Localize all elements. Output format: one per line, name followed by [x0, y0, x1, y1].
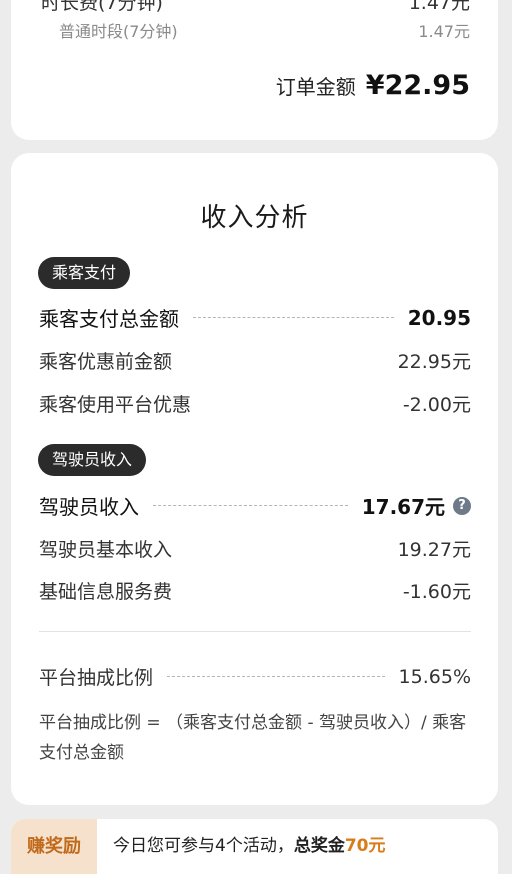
passenger-original-row: 乘客优惠前金额 22.95元: [39, 347, 471, 374]
regular-period-fee-row: 普通时段(7分钟) 1.47元: [59, 18, 470, 42]
dotted-leader: [153, 505, 348, 506]
regular-period-value: 1.47元: [418, 22, 470, 41]
driver-base-value: 19.27元: [397, 539, 471, 561]
reward-banner[interactable]: 赚奖励 今日您可参与4个活动，总奖金70元: [11, 819, 498, 874]
reward-banner-text: 今日您可参与4个活动，总奖金70元: [113, 819, 386, 874]
platform-commission-row: 平台抽成比例 15.65%: [39, 663, 471, 690]
passenger-original-label: 乘客优惠前金额: [39, 351, 173, 373]
platform-discount-label: 乘客使用平台优惠: [39, 394, 192, 416]
service-fee-row: 基础信息服务费 -1.60元: [39, 577, 471, 604]
driver-income-row: 驾驶员收入 17.67元 ?: [39, 491, 471, 520]
passenger-payment-tag: 乘客支付: [38, 257, 131, 289]
reward-text-bold: 总奖金: [293, 836, 345, 856]
platform-discount-value: -2.00元: [402, 394, 471, 416]
order-summary-card: 时长费(7分钟) 1.47元 普通时段(7分钟) 1.47元 订单金额 ¥22.…: [11, 0, 498, 140]
divider: [39, 631, 471, 632]
passenger-total-label: 乘客支付总金额: [39, 307, 179, 331]
page: 时长费(7分钟) 1.47元 普通时段(7分钟) 1.47元 订单金额 ¥22.…: [0, 0, 512, 874]
order-total-value: ¥22.95: [365, 70, 470, 101]
order-total-label: 订单金额: [275, 75, 356, 99]
platform-commission-label: 平台抽成比例: [39, 667, 154, 689]
platform-commission-value: 15.65%: [398, 665, 471, 688]
service-fee-value: -1.60元: [402, 581, 471, 603]
reward-badge: 赚奖励: [11, 819, 97, 874]
driver-base-row: 驾驶员基本收入 19.27元: [39, 535, 471, 562]
driver-income-value: 17.67元: [361, 495, 445, 519]
reward-amount: 70元: [344, 836, 386, 856]
question-circle-icon[interactable]: ?: [453, 496, 471, 515]
dotted-leader: [167, 676, 385, 677]
commission-formula: 平台抽成比例 = （乘客支付总金额 - 驾驶员收入）/ 乘客支付总金额: [39, 713, 467, 763]
dotted-leader: [193, 317, 394, 318]
duration-fee-value: 1.47元: [408, 0, 470, 14]
passenger-total-value: 20.95: [407, 305, 471, 330]
driver-income-label: 驾驶员收入: [39, 495, 139, 519]
regular-period-label: 普通时段(7分钟): [59, 22, 178, 41]
platform-discount-row: 乘客使用平台优惠 -2.00元: [39, 390, 471, 417]
duration-fee-label: 时长费(7分钟): [41, 0, 163, 14]
driver-base-label: 驾驶员基本收入: [39, 539, 173, 561]
reward-text-prefix: 今日您可参与4个活动，: [113, 836, 294, 856]
order-total-row: 订单金额 ¥22.95: [276, 70, 470, 101]
passenger-original-value: 22.95元: [397, 351, 471, 373]
passenger-total-row: 乘客支付总金额 20.95: [39, 303, 471, 332]
section-title: 收入分析: [200, 203, 309, 233]
service-fee-label: 基础信息服务费: [39, 581, 173, 603]
driver-income-tag: 驾驶员收入: [38, 444, 147, 476]
income-analysis-card: 收入分析 乘客支付 乘客支付总金额 20.95 乘客优惠前金额 22.95元 乘…: [11, 153, 498, 805]
